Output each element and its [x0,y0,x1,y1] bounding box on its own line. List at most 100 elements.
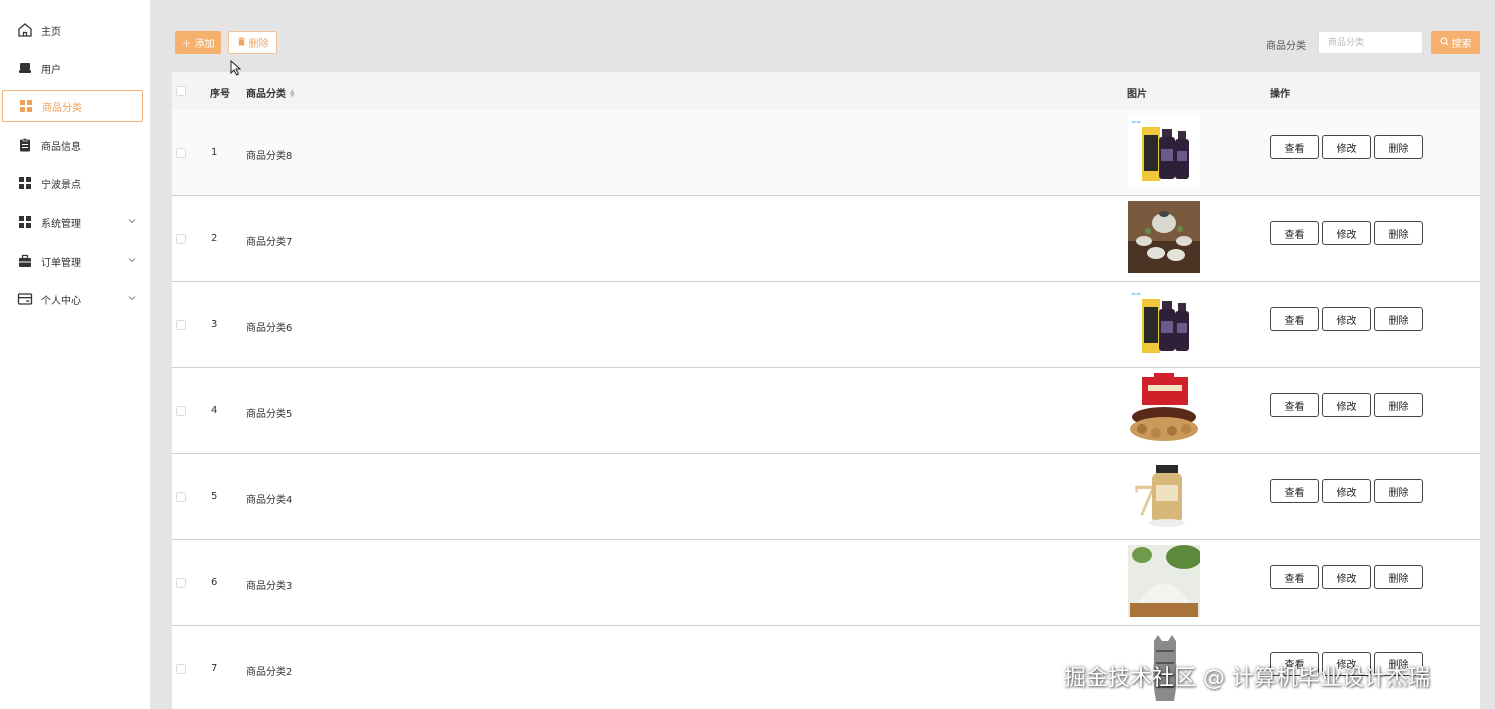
home-icon [17,22,33,38]
chevron-down-icon [126,215,138,227]
view-button[interactable]: 查看 [1270,479,1319,504]
sidebar-item-user[interactable]: 用户 [0,52,146,84]
row-category: 商品分类4 [246,495,293,506]
edit-button[interactable]: 修改 [1322,393,1371,418]
sidebar-item-label: 商品信息 [41,141,81,153]
delete-button[interactable]: 删除 [1374,135,1423,160]
row-category: 商品分类2 [246,667,293,678]
sidebar-item-label: 系统管理 [41,218,81,230]
sidebar-item-label: 主页 [41,26,61,38]
delete-button[interactable]: 删除 [1374,479,1423,504]
chevron-down-icon [126,292,138,304]
sidebar-item-label: 用户 [41,64,61,76]
main-content: ＋ 添加 删除 商品分类 搜索 序号 商品分类 ▲▼ 图片 操作 1 商品分类8 [150,0,1495,709]
view-button[interactable]: 查看 [1270,565,1319,590]
table-row: 6 商品分类3 查看 修改 删除 [172,540,1480,626]
row-index: 5 [211,491,218,502]
sidebar-item-orders[interactable]: 订单管理 [0,245,146,277]
sidebar-item-system[interactable]: 系统管理 [0,206,146,238]
row-index: 3 [211,319,218,330]
product-thumbnail: ≈≈ [1128,115,1200,187]
table-row: 4 商品分类5 查看 修改 删除 [172,368,1480,454]
product-thumbnail [1128,201,1200,273]
row-category: 商品分类6 [246,323,293,334]
product-thumbnail [1128,545,1200,617]
edit-button[interactable]: 修改 [1322,135,1371,160]
row-checkbox[interactable] [176,664,186,674]
search-input[interactable] [1318,31,1423,54]
grid-icon [17,175,33,191]
row-category: 商品分类5 [246,409,293,420]
user-icon [17,60,33,76]
delete-button[interactable]: 删除 [1374,221,1423,246]
add-button-label: 添加 [194,39,215,50]
chevron-down-icon [126,254,138,266]
delete-button[interactable]: 删除 [1374,393,1423,418]
table-row: 2 商品分类7 查看 修改 删除 [172,196,1480,282]
view-button[interactable]: 查看 [1270,307,1319,332]
row-category: 商品分类3 [246,581,293,592]
view-button[interactable]: 查看 [1270,221,1319,246]
table-row: 5 商品分类4 7 查看 修改 删除 [172,454,1480,540]
row-checkbox[interactable] [176,148,186,158]
view-button[interactable]: 查看 [1270,135,1319,160]
header-index: 序号 [210,89,230,100]
search-button-label: 搜索 [1451,39,1472,50]
clipboard-icon [17,137,33,153]
delete-button[interactable]: 删除 [1374,565,1423,590]
batch-delete-button[interactable]: 删除 [228,31,277,54]
row-checkbox[interactable] [176,578,186,588]
product-thumbnail: ≈≈ [1128,287,1200,359]
add-button[interactable]: ＋ 添加 [175,31,221,54]
row-index: 1 [211,147,218,158]
row-index: 2 [211,233,218,244]
row-category: 商品分类8 [246,151,293,162]
plus-icon: ＋ [181,39,192,50]
sidebar-item-category[interactable]: 商品分类 [2,90,143,122]
header-actions: 操作 [1270,89,1290,100]
edit-button[interactable]: 修改 [1322,565,1371,590]
sidebar-item-product-info[interactable]: 商品信息 [0,129,146,161]
row-checkbox[interactable] [176,234,186,244]
row-checkbox[interactable] [176,320,186,330]
sidebar-item-home[interactable]: 主页 [0,14,146,46]
delete-button[interactable]: 删除 [1374,307,1423,332]
header-category[interactable]: 商品分类 ▲ ▼ [246,85,295,101]
sidebar-item-label: 商品分类 [42,102,82,114]
sidebar: 主页 用户 商品分类 商品信息 宁波景点 系统管理 订单管理 个人中心 [0,0,150,709]
grid-icon [17,214,33,230]
batch-delete-label: 删除 [248,39,269,50]
product-thumbnail [1128,373,1200,445]
card-icon [17,291,33,307]
edit-button[interactable]: 修改 [1322,221,1371,246]
select-all-checkbox[interactable] [176,86,186,96]
row-index: 6 [211,577,218,588]
row-index: 7 [211,663,218,674]
table-row: 1 商品分类8 ≈≈ 查看 修改 删除 [172,110,1480,196]
sidebar-item-profile[interactable]: 个人中心 [0,283,146,315]
edit-button[interactable]: 修改 [1322,307,1371,332]
briefcase-icon [17,253,33,269]
header-category-label: 商品分类 [246,89,286,100]
row-category: 商品分类7 [246,237,293,248]
search-icon [1439,36,1449,49]
row-index: 4 [211,405,218,416]
row-checkbox[interactable] [176,492,186,502]
grid-icon [18,98,34,114]
sidebar-item-label: 宁波景点 [41,179,81,191]
row-checkbox[interactable] [176,406,186,416]
sidebar-item-ningbo-spots[interactable]: 宁波景点 [0,167,146,199]
edit-button[interactable]: 修改 [1322,479,1371,504]
watermark: 掘金技术社区 @ 计算机毕业设计杰瑞 [1064,666,1430,691]
search-button[interactable]: 搜索 [1431,31,1480,54]
product-thumbnail: 7 [1128,459,1200,531]
trash-icon [237,36,246,49]
category-table: 序号 商品分类 ▲ ▼ 图片 操作 1 商品分类8 ≈≈ 查看 修改 删除 2 商品… [172,72,1480,709]
mouse-cursor-icon [230,59,242,76]
table-header: 序号 商品分类 ▲ ▼ 图片 操作 [172,72,1480,110]
sort-icon[interactable]: ▲ ▼ [290,89,295,99]
table-row: 3 商品分类6 ≈≈ 查看 修改 删除 [172,282,1480,368]
view-button[interactable]: 查看 [1270,393,1319,418]
search-label: 商品分类 [1266,41,1306,52]
svg-text:≈≈: ≈≈ [1131,119,1141,126]
